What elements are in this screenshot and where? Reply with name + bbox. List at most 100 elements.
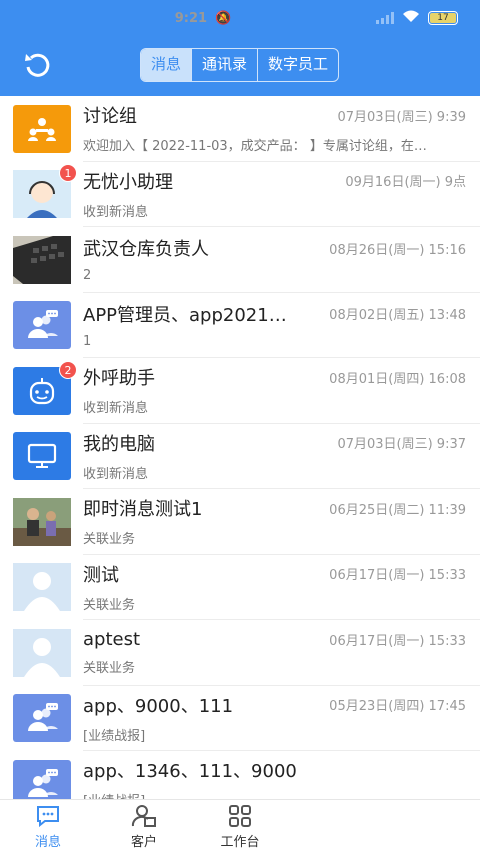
conversation-list: 讨论组 07月03日(周三) 9:39 欢迎加入【 2022-11-03，成交产品：… bbox=[0, 96, 480, 799]
conversation-info: app、9000、111 05月23日(周四) 17:45 [业绩战报] bbox=[83, 686, 480, 751]
mute-bell-icon: 🔕 bbox=[215, 10, 232, 26]
conversation-time: 08月26日(周一) 15:16 bbox=[329, 242, 466, 258]
conversation-header: 讨论组 07月03日(周三) 9:39 bbox=[83, 102, 466, 128]
conversation-preview: 关联业务 bbox=[83, 660, 136, 676]
keyboard-photo bbox=[13, 235, 71, 284]
conversation-header: APP管理员、app2021… 08月02日(周五) 13:48 bbox=[83, 301, 466, 327]
conversation-name: 即时消息测试1 bbox=[83, 499, 203, 521]
conversation-header: 外呼助手 08月01日(周四) 16:08 bbox=[83, 364, 466, 390]
conversation-header: app、9000、111 05月23日(周四) 17:45 bbox=[83, 692, 466, 718]
conversation-preview: 欢迎加入【 2022-11-03，成交产品： 】专属讨论组，在… bbox=[83, 139, 427, 155]
battery-icon: 17 bbox=[428, 11, 458, 25]
conversation-name: 武汉仓库负责人 bbox=[83, 239, 209, 261]
tab-digital-staff[interactable]: 数字员工 bbox=[258, 49, 338, 81]
conversation-name: app、1346、111、9000 bbox=[83, 761, 297, 783]
refresh-back-icon[interactable] bbox=[20, 50, 54, 80]
conversation-item[interactable]: APP管理员、app2021… 08月02日(周五) 13:48 1 bbox=[0, 293, 480, 358]
conversation-info: 讨论组 07月03日(周三) 9:39 欢迎加入【 2022-11-03，成交产品：… bbox=[83, 96, 480, 162]
conversation-header: 武汉仓库负责人 08月26日(周一) 15:16 bbox=[83, 235, 466, 261]
conversation-name: 我的电脑 bbox=[83, 433, 155, 455]
assistant-avatar: 1 bbox=[13, 164, 77, 219]
conversation-preview: 关联业务 bbox=[83, 597, 136, 613]
group-icon bbox=[13, 759, 71, 799]
status-bar: 9:21 🔕 17 bbox=[0, 0, 480, 36]
conversation-info: app、1346、111、9000 [业绩战报] bbox=[83, 751, 480, 799]
unread-badge: 1 bbox=[59, 164, 77, 183]
conversation-header: 测试 06月17日(周一) 15:33 bbox=[83, 561, 466, 587]
group-chat-icon bbox=[13, 104, 71, 153]
conversation-preview: 1 bbox=[83, 333, 92, 349]
conversation-preview: 收到新消息 bbox=[83, 401, 149, 417]
robot-icon: 2 bbox=[13, 360, 77, 415]
conversation-header: 我的电脑 07月03日(周三) 9:37 bbox=[83, 430, 466, 456]
conversation-item[interactable]: 武汉仓库负责人 08月26日(周一) 15:16 2 bbox=[0, 227, 480, 293]
conversation-name: 无忧小助理 bbox=[83, 171, 173, 193]
conversation-preview: 收到新消息 bbox=[83, 204, 149, 220]
top-tabs: 消息 通讯录 数字员工 bbox=[140, 48, 340, 82]
conversation-name: 测试 bbox=[83, 564, 119, 586]
default-user-avatar bbox=[13, 563, 71, 612]
monitor-icon bbox=[13, 432, 71, 481]
conversation-info: 无忧小助理 09月16日(周一) 9点收到新消息 bbox=[83, 162, 480, 227]
conversation-time: 06月25日(周二) 11:39 bbox=[329, 502, 466, 518]
bottom-nav: 消息 客户 工作台 bbox=[0, 799, 480, 853]
conversation-preview: [业绩战报] bbox=[83, 790, 466, 799]
conversation-item[interactable]: app、9000、111 05月23日(周四) 17:45 [业绩战报] bbox=[0, 686, 480, 751]
conversation-item[interactable]: 测试 06月17日(周一) 15:33 关联业务 bbox=[0, 555, 480, 620]
conversation-preview: 收到新消息 bbox=[83, 466, 149, 482]
conversation-time: 07月03日(周三) 9:39 bbox=[337, 109, 466, 125]
nav-workbench[interactable]: 工作台 bbox=[192, 800, 288, 853]
conversation-header: 即时消息测试1 06月25日(周二) 11:39 bbox=[83, 495, 466, 521]
conversation-item[interactable]: 2 外呼助手 08月01日(周四) 16:08 收到新消息 bbox=[0, 358, 480, 424]
conversation-info: aptest 06月17日(周一) 15:33 关联业务 bbox=[83, 620, 480, 686]
people-photo bbox=[13, 497, 71, 546]
conversation-item[interactable]: app、1346、111、9000 [业绩战报] bbox=[0, 751, 480, 799]
battery-level: 17 bbox=[430, 13, 456, 23]
conversation-info: 外呼助手 08月01日(周四) 16:08 收到新消息 bbox=[83, 358, 480, 424]
conversation-item[interactable]: 我的电脑 07月03日(周三) 9:37 收到新消息 bbox=[0, 424, 480, 489]
conversation-info: 即时消息测试1 06月25日(周二) 11:39 关联业务 bbox=[83, 489, 480, 555]
conversation-time: 08月02日(周五) 13:48 bbox=[329, 308, 466, 324]
conversation-item[interactable]: 即时消息测试1 06月25日(周二) 11:39 关联业务 bbox=[0, 489, 480, 555]
conversation-name: 外呼助手 bbox=[83, 368, 155, 390]
conversation-preview: 2 bbox=[83, 268, 92, 284]
conversation-info: 武汉仓库负责人 08月26日(周一) 15:16 2 bbox=[83, 227, 480, 293]
tab-contacts[interactable]: 通讯录 bbox=[192, 49, 259, 81]
grid-icon bbox=[228, 804, 252, 828]
conversation-time: 09月16日(周一) 9点 bbox=[345, 175, 466, 191]
conversation-time: 06月17日(周一) 15:33 bbox=[329, 568, 466, 584]
chat-icon bbox=[36, 804, 60, 828]
conversation-time: 08月01日(周四) 16:08 bbox=[329, 371, 466, 387]
conversation-header: app、1346、111、9000 bbox=[83, 757, 466, 783]
wifi-icon bbox=[402, 10, 420, 26]
group-icon bbox=[13, 301, 71, 350]
default-user-avatar bbox=[13, 628, 71, 677]
conversation-time: 06月17日(周一) 15:33 bbox=[329, 633, 466, 649]
unread-badge: 2 bbox=[59, 360, 77, 379]
conversation-preview: 关联业务 bbox=[83, 532, 136, 548]
nav-customers[interactable]: 客户 bbox=[96, 800, 192, 853]
app-header: 9:21 🔕 17 消息 通讯录 数字员工 bbox=[0, 0, 480, 96]
nav-messages[interactable]: 消息 bbox=[0, 800, 96, 853]
nav-customers-label: 客户 bbox=[130, 834, 157, 850]
conversation-item[interactable]: 讨论组 07月03日(周三) 9:39 欢迎加入【 2022-11-03，成交产品：… bbox=[0, 96, 480, 162]
conversation-name: aptest bbox=[83, 628, 141, 650]
tab-messages[interactable]: 消息 bbox=[141, 49, 193, 81]
nav-messages-label: 消息 bbox=[34, 834, 61, 850]
conversation-name: 讨论组 bbox=[83, 106, 137, 128]
conversation-info: 测试 06月17日(周一) 15:33 关联业务 bbox=[83, 555, 480, 620]
conversation-info: 我的电脑 07月03日(周三) 9:37 收到新消息 bbox=[83, 424, 480, 489]
conversation-header: aptest 06月17日(周一) 15:33 bbox=[83, 629, 466, 650]
customer-icon bbox=[131, 804, 157, 828]
nav-workbench-label: 工作台 bbox=[220, 834, 260, 850]
conversation-time: 05月23日(周四) 17:45 bbox=[329, 699, 466, 715]
conversation-preview: [业绩战报] bbox=[83, 728, 146, 744]
group-icon bbox=[13, 694, 71, 743]
conversation-name: app、9000、111 bbox=[83, 695, 234, 717]
conversation-item[interactable]: 1 无忧小助理 09月16日(周一) 9点收到新消息 bbox=[0, 162, 480, 227]
conversation-info: APP管理员、app2021… 08月02日(周五) 13:48 1 bbox=[83, 293, 480, 358]
conversation-header: 无忧小助理 09月16日(周一) 9点 bbox=[83, 168, 466, 194]
status-time: 9:21 bbox=[174, 10, 208, 26]
conversation-item[interactable]: aptest 06月17日(周一) 15:33 关联业务 bbox=[0, 620, 480, 686]
conversation-name: APP管理员、app2021… bbox=[83, 304, 287, 326]
